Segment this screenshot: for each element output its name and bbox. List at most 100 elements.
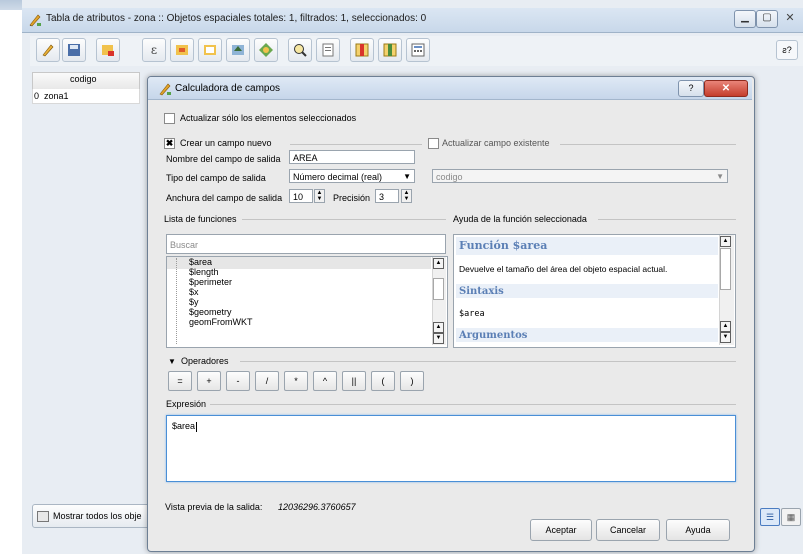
update-selected-only-label: Actualizar sólo los elementos selecciona…: [180, 113, 357, 123]
select-by-expression-icon[interactable]: ε: [142, 38, 166, 62]
operator-concat-button[interactable]: ||: [342, 371, 366, 391]
zoom-to-selection-icon[interactable]: [288, 38, 312, 62]
delete-column-icon[interactable]: [378, 38, 402, 62]
expression-editor[interactable]: [166, 415, 736, 482]
help-badge[interactable]: ƨ?: [776, 40, 798, 60]
move-selection-top-icon[interactable]: [226, 38, 250, 62]
scroll-up-icon[interactable]: ▲: [433, 258, 444, 269]
calculator-icon: [28, 13, 42, 27]
function-item[interactable]: $perimeter: [189, 277, 253, 287]
output-preview-label: Vista previa de la salida:: [165, 502, 263, 512]
function-item[interactable]: geomFromWKT: [189, 317, 253, 327]
precision-input[interactable]: 3: [375, 189, 399, 203]
delete-selected-icon[interactable]: [96, 38, 120, 62]
operator-equals-button[interactable]: =: [168, 371, 192, 391]
table-view-icon[interactable]: ☰: [760, 508, 780, 526]
group-rule: [242, 219, 446, 220]
group-rule: [560, 144, 736, 145]
operators-label: Operadores: [181, 356, 229, 366]
minimize-button[interactable]: ▁: [734, 10, 756, 28]
scroll-down-icon[interactable]: ▼: [433, 333, 444, 344]
output-field-width-input[interactable]: 10: [289, 189, 313, 203]
function-list-label: Lista de funciones: [164, 214, 237, 224]
maximize-button[interactable]: ▢: [756, 10, 778, 28]
help-syntax: $area: [459, 309, 485, 319]
operator-plus-button[interactable]: +: [197, 371, 221, 391]
operator-close-paren-button[interactable]: ): [400, 371, 424, 391]
attribute-table-title: Tabla de atributos - zona :: Objetos esp…: [46, 13, 427, 24]
create-new-field-checkbox[interactable]: ✖: [164, 138, 175, 149]
operator-open-paren-button[interactable]: (: [371, 371, 395, 391]
scroll-up-icon[interactable]: ▲: [433, 322, 444, 333]
new-column-icon[interactable]: [350, 38, 374, 62]
filter-icon: [37, 511, 49, 523]
function-tree-items: $area $length $perimeter $x $y $geometry…: [189, 257, 253, 327]
scroll-up-icon[interactable]: ▲: [720, 321, 731, 332]
function-search-input[interactable]: Buscar: [166, 234, 446, 254]
collapse-arrow-icon[interactable]: ▼: [168, 357, 176, 366]
output-preview-value: 12036296.3760657: [278, 502, 356, 512]
output-field-type-label: Tipo del campo de salida: [166, 173, 266, 183]
function-item[interactable]: $geometry: [189, 307, 253, 317]
precision-spinner[interactable]: ▲ ▼: [401, 189, 412, 203]
help-heading: Función $area: [459, 239, 548, 252]
scroll-thumb[interactable]: [433, 278, 444, 300]
output-field-type-select[interactable]: Número decimal (real) ▼: [289, 169, 415, 183]
expression-text: $area: [172, 421, 198, 432]
operator-power-button[interactable]: ^: [313, 371, 337, 391]
tree-guide: [176, 258, 178, 344]
scroll-thumb[interactable]: [720, 248, 731, 290]
update-selected-only-checkbox[interactable]: [164, 113, 175, 124]
operator-multiply-button[interactable]: *: [284, 371, 308, 391]
precision-label: Precisión: [333, 193, 371, 203]
form-view-icon[interactable]: ▦: [781, 508, 801, 526]
cancel-button[interactable]: Cancelar: [596, 519, 660, 541]
operator-minus-button[interactable]: -: [226, 371, 250, 391]
help-syntax-heading: Sintaxis: [459, 286, 504, 297]
operator-divide-button[interactable]: /: [255, 371, 279, 391]
invert-selection-icon[interactable]: [198, 38, 222, 62]
ok-button[interactable]: Aceptar: [530, 519, 592, 541]
update-existing-field-label: Actualizar campo existente: [442, 138, 550, 148]
output-field-name-input[interactable]: AREA: [289, 150, 415, 164]
existing-field-select[interactable]: codigo ▼: [432, 169, 728, 183]
update-existing-field-checkbox[interactable]: [428, 138, 439, 149]
function-item[interactable]: $length: [189, 267, 253, 277]
output-field-width-label: Anchura del campo de salida: [166, 193, 283, 203]
row-index: 0: [34, 91, 40, 101]
scroll-down-icon[interactable]: ▼: [720, 332, 731, 343]
field-calculator-icon[interactable]: [406, 38, 430, 62]
row-cell-codigo[interactable]: zona1: [44, 91, 69, 101]
expression-label: Expresión: [166, 399, 207, 409]
create-new-field-label: Crear un campo nuevo: [180, 138, 272, 148]
function-item[interactable]: $y: [189, 297, 253, 307]
function-item[interactable]: $area: [189, 257, 253, 267]
group-rule: [210, 404, 736, 405]
calculator-icon: [158, 82, 172, 96]
close-icon[interactable]: ✕: [783, 11, 797, 25]
function-item[interactable]: $x: [189, 287, 253, 297]
help-description: Devuelve el tamaño del área del objeto e…: [459, 264, 668, 274]
group-rule: [290, 144, 422, 145]
function-help-label: Ayuda de la función seleccionada: [453, 214, 587, 224]
help-arguments-heading: Argumentos: [459, 330, 528, 341]
output-field-name-label: Nombre del campo de salida: [166, 154, 281, 164]
group-rule: [240, 361, 736, 362]
dialog-close-icon[interactable]: ✕: [704, 80, 748, 97]
chevron-down-icon: ▼: [403, 172, 411, 181]
help-button[interactable]: Ayuda: [666, 519, 730, 541]
show-all-features-button[interactable]: Mostrar todos los obje: [32, 504, 152, 528]
width-spinner[interactable]: ▲ ▼: [314, 189, 325, 203]
select-all-icon[interactable]: [170, 38, 194, 62]
dialog-help-button[interactable]: ?: [678, 80, 704, 97]
scroll-up-icon[interactable]: ▲: [720, 236, 731, 247]
edit-pencil-icon[interactable]: [36, 38, 60, 62]
text-cursor: [196, 421, 198, 432]
save-edits-icon[interactable]: [62, 38, 86, 62]
dialog-title: Calculadora de campos: [175, 83, 281, 94]
chevron-down-icon: ▼: [716, 172, 724, 181]
column-header-codigo[interactable]: codigo: [70, 74, 97, 84]
group-rule: [598, 219, 736, 220]
copy-rows-icon[interactable]: [316, 38, 340, 62]
pan-map-icon[interactable]: [254, 38, 278, 62]
